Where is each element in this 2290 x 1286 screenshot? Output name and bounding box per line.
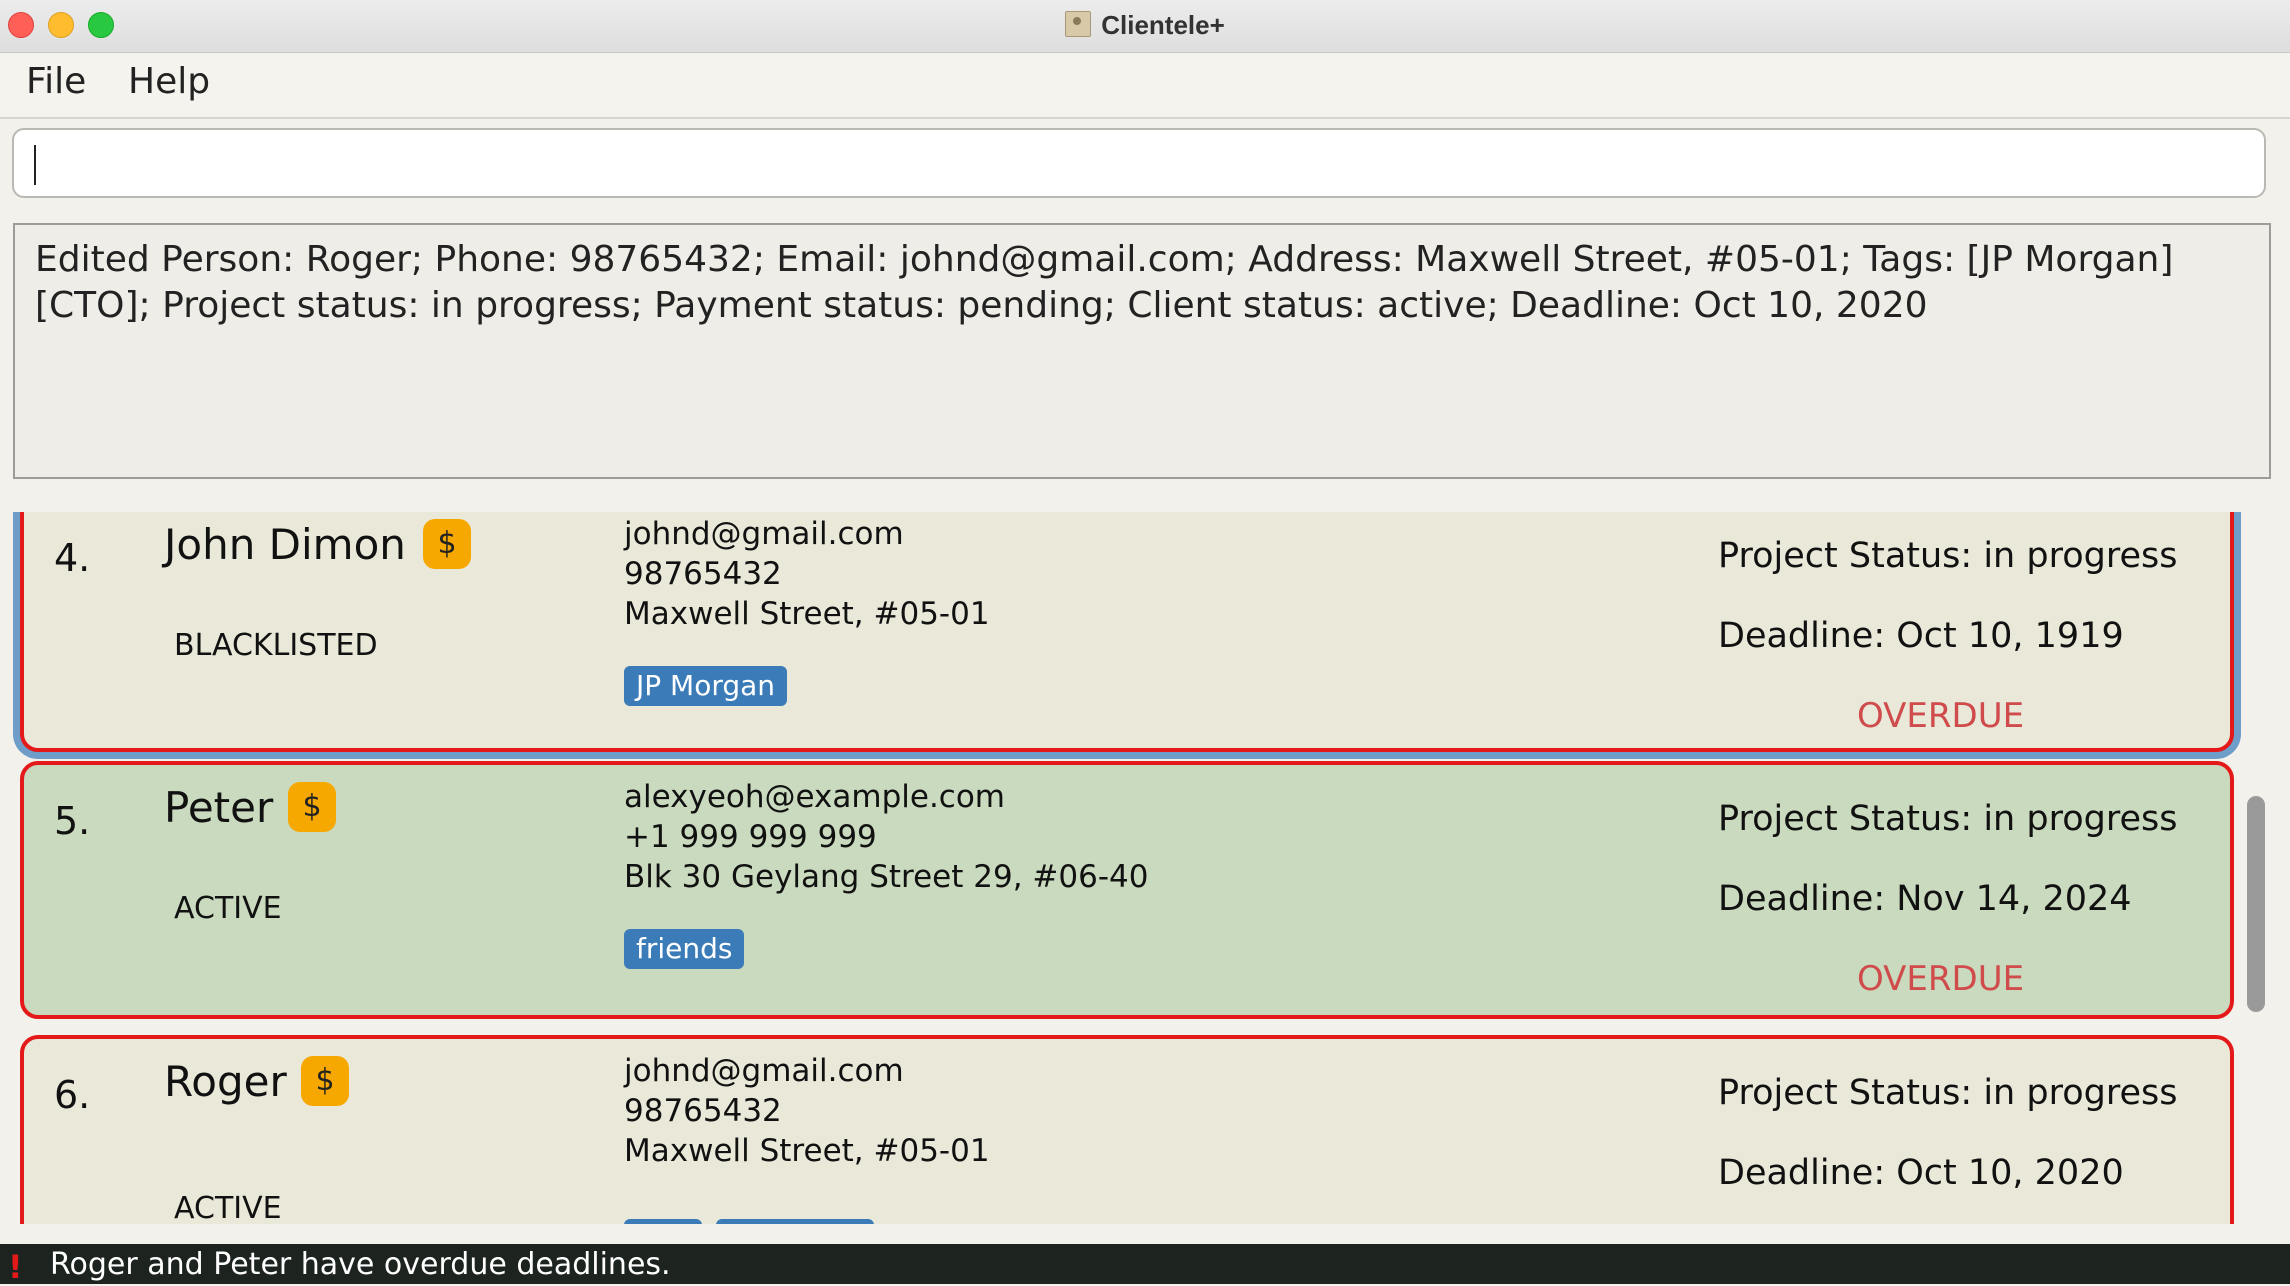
- app-icon: [1065, 11, 1092, 37]
- text-cursor: [34, 145, 36, 185]
- project-status: Project Status: in progress: [1718, 536, 2178, 576]
- menu-file[interactable]: File: [26, 61, 86, 102]
- person-email: alexyeoh@example.com: [624, 779, 1006, 815]
- menu-help[interactable]: Help: [128, 61, 210, 102]
- warning-icon: !: [8, 1248, 23, 1286]
- window-title-text: Clientele+: [1101, 10, 1225, 40]
- window-title: Clientele+: [0, 10, 2290, 41]
- tag: friends: [624, 929, 745, 969]
- person-email: johnd@gmail.com: [624, 1053, 904, 1089]
- person-card[interactable]: 6. Roger $ ACTIVE johnd@gmail.com 987654…: [20, 1035, 2234, 1224]
- client-status: BLACKLISTED: [174, 628, 378, 663]
- status-bar: ! Roger and Peter have overdue deadlines…: [0, 1244, 2290, 1286]
- person-phone: 98765432: [624, 1093, 782, 1129]
- person-card[interactable]: 5. Peter $ ACTIVE alexyeoh@example.com +…: [20, 761, 2234, 1019]
- person-address: Maxwell Street, #05-01: [624, 1133, 990, 1169]
- person-index: 6.: [54, 1073, 91, 1117]
- person-email: johnd@gmail.com: [624, 516, 904, 552]
- person-list[interactable]: 4. John Dimon $ BLACKLISTED johnd@gmail.…: [0, 512, 2290, 1224]
- person-card[interactable]: 4. John Dimon $ BLACKLISTED johnd@gmail.…: [20, 512, 2234, 752]
- payment-pending-icon: $: [423, 519, 471, 569]
- command-input[interactable]: [12, 128, 2266, 198]
- deadline: Deadline: Oct 10, 1919: [1718, 616, 2124, 656]
- person-address: Maxwell Street, #05-01: [624, 596, 990, 632]
- person-index: 5.: [54, 799, 91, 843]
- person-name: Peter: [164, 783, 274, 832]
- tag: [624, 1219, 702, 1224]
- project-status: Project Status: in progress: [1718, 1073, 2178, 1113]
- list-scrollbar-thumb[interactable]: [2247, 796, 2265, 1012]
- status-message: Roger and Peter have overdue deadlines.: [50, 1247, 671, 1282]
- person-name: John Dimon: [164, 520, 406, 569]
- tag: [716, 1219, 874, 1224]
- person-address: Blk 30 Geylang Street 29, #06-40: [624, 859, 1149, 895]
- person-name: Roger: [164, 1057, 287, 1106]
- person-phone: +1 999 999 999: [624, 819, 877, 855]
- tag: JP Morgan: [624, 666, 788, 706]
- person-phone: 98765432: [624, 556, 782, 592]
- deadline: Deadline: Oct 10, 2020: [1718, 1153, 2124, 1193]
- client-status: ACTIVE: [174, 891, 282, 926]
- project-status: Project Status: in progress: [1718, 799, 2178, 839]
- title-bar: Clientele+: [0, 0, 2290, 53]
- payment-pending-icon: $: [288, 782, 336, 832]
- overdue-label: OVERDUE: [1857, 959, 2025, 999]
- person-index: 4.: [54, 536, 91, 580]
- result-display: Edited Person: Roger; Phone: 98765432; E…: [13, 223, 2271, 479]
- deadline: Deadline: Nov 14, 2024: [1718, 879, 2132, 919]
- overdue-label: OVERDUE: [1857, 696, 2025, 736]
- payment-pending-icon: $: [301, 1056, 349, 1106]
- menu-bar: File Help: [0, 53, 2290, 119]
- client-status: ACTIVE: [174, 1191, 282, 1224]
